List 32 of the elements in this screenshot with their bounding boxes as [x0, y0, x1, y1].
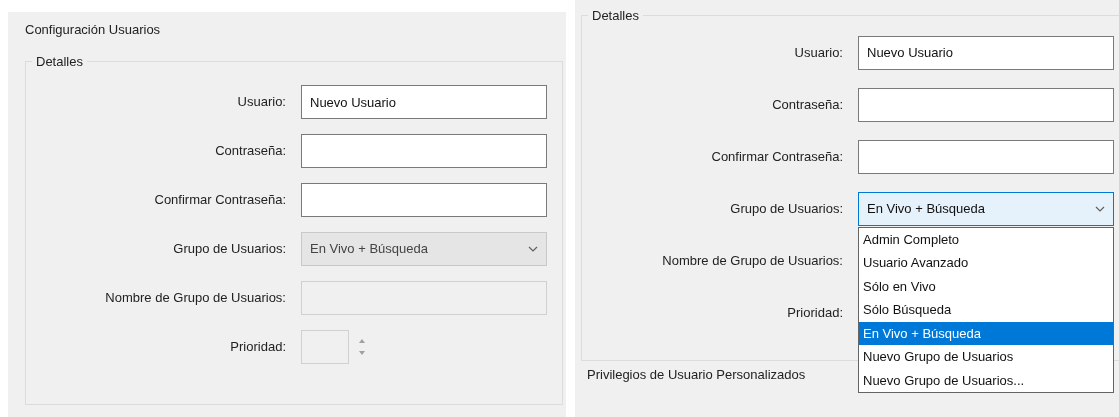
field-label: Usuario: — [793, 43, 843, 62]
field-label: Prioridad: — [229, 338, 286, 357]
dropdown-option[interactable]: Nuevo Grupo de Usuarios — [859, 345, 1113, 369]
dropdown-option[interactable]: Admin Completo — [859, 227, 1113, 251]
chevron-down-icon — [1095, 205, 1105, 212]
dropdown-option[interactable]: Nuevo Grupo de Usuarios... — [859, 368, 1113, 392]
field-label: Usuario: — [236, 93, 286, 112]
dropdown-option[interactable]: En Vivo + Búsqueda — [859, 321, 1113, 345]
field-label: Nombre de Grupo de Usuarios: — [104, 289, 286, 308]
group-title: Detalles — [591, 7, 640, 25]
text-field[interactable]: Nuevo Usuario — [858, 35, 1114, 70]
chevron-down-icon — [528, 246, 538, 252]
dropdown-select[interactable]: En Vivo + Búsqueda — [858, 191, 1114, 226]
section-title: Privilegios de Usuario Personalizados — [587, 365, 806, 384]
text-field[interactable] — [301, 134, 547, 168]
text-field[interactable] — [858, 139, 1114, 174]
field-label: Contraseña: — [771, 95, 843, 114]
group-title: Detalles — [35, 52, 84, 71]
field-label: Grupo de Usuarios: — [172, 240, 286, 259]
text-field[interactable] — [301, 183, 547, 217]
field-label: Grupo de Usuarios: — [729, 199, 843, 218]
field-label: Nombre de Grupo de Usuarios: — [661, 251, 843, 270]
dropdown-option[interactable]: Sólo en Vivo — [859, 274, 1113, 298]
dropdown-option[interactable]: Usuario Avanzado — [859, 251, 1113, 275]
field-label: Confirmar Contraseña: — [153, 191, 286, 210]
field-label: Confirmar Contraseña: — [710, 147, 843, 166]
text-field[interactable] — [858, 87, 1114, 122]
text-field[interactable]: Nuevo Usuario — [301, 85, 547, 119]
panel-title: Configuración Usuarios — [25, 21, 162, 39]
field-label: Contraseña: — [214, 142, 286, 161]
field-label: Prioridad: — [786, 303, 843, 322]
dropdown-option[interactable]: Sólo Búsqueda — [859, 298, 1113, 322]
